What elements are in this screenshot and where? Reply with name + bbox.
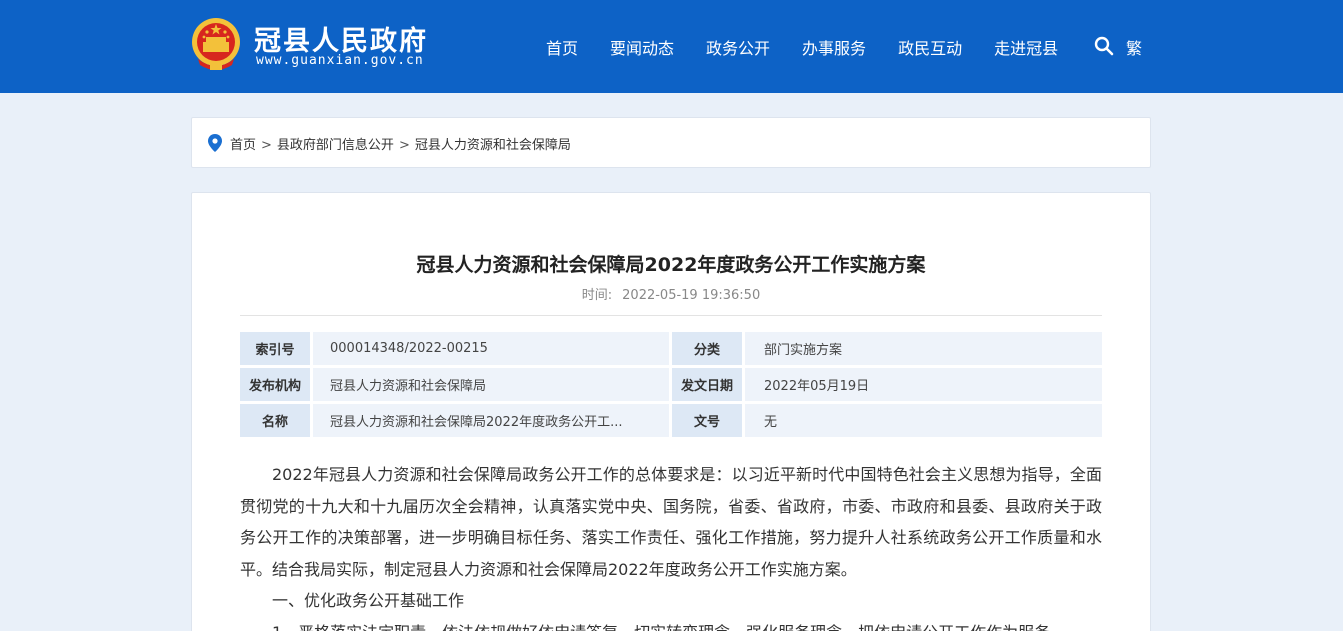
site-logo[interactable]: 冠县人民政府 www.guanxian.gov.cn (190, 15, 450, 75)
breadcrumb-separator: > (398, 138, 410, 153)
table-header-cell: 索引号 (240, 332, 310, 365)
nav-gov-affairs[interactable]: 政务公开 (706, 35, 770, 59)
location-pin-icon (208, 134, 222, 152)
breadcrumb-separator: > (261, 138, 272, 153)
table-cell: 部门实施方案 (745, 332, 1102, 365)
search-icon[interactable] (1094, 36, 1114, 56)
table-header-cell: 名称 (240, 404, 310, 437)
breadcrumb-home[interactable]: 首页 (230, 138, 256, 153)
table-row: 索引号 000014348/2022-00215 分类 部门实施方案 (240, 332, 1102, 365)
table-cell: 000014348/2022-00215 (313, 332, 669, 365)
nav-services[interactable]: 办事服务 (802, 35, 866, 59)
section-heading: 一、优化政务公开基础工作 (272, 591, 465, 610)
traditional-chinese-toggle[interactable]: 繁 (1126, 35, 1142, 59)
table-row: 发布机构 冠县人力资源和社会保障局 发文日期 2022年05月19日 (240, 368, 1102, 401)
table-cell: 无 (745, 404, 1102, 437)
divider (240, 315, 1102, 316)
table-header-cell: 发文日期 (672, 368, 742, 401)
table-cell: 冠县人力资源和社会保障局2022年度政务公开工... (313, 404, 669, 437)
breadcrumb: 首页 > 县政府部门信息公开 > 冠县人力资源和社会保障局 (191, 117, 1151, 168)
table-header-cell: 分类 (672, 332, 742, 365)
breadcrumb-trail: 首页 > 县政府部门信息公开 > 冠县人力资源和社会保障局 (230, 134, 571, 153)
article-panel: 冠县人力资源和社会保障局2022年度政务公开工作实施方案 时间: 2022-05-… (191, 192, 1151, 631)
time-value: 2022-05-19 19:36:50 (622, 288, 761, 303)
national-emblem-icon (192, 18, 240, 70)
site-url: www.guanxian.gov.cn (256, 53, 424, 68)
table-header-cell: 发布机构 (240, 368, 310, 401)
time-label: 时间: (581, 288, 613, 303)
site-header: 冠县人民政府 www.guanxian.gov.cn 首页 要闻动态 政务公开 … (0, 0, 1343, 93)
table-header-cell: 文号 (672, 404, 742, 437)
article-body: 2022年冠县人力资源和社会保障局政务公开工作的总体要求是：以习近平新时代中国特… (240, 459, 1102, 631)
info-table: 索引号 000014348/2022-00215 分类 部门实施方案 发布机构 … (240, 332, 1102, 440)
nav-news[interactable]: 要闻动态 (610, 35, 674, 59)
table-cell: 2022年05月19日 (745, 368, 1102, 401)
paragraph: 2022年冠县人力资源和社会保障局政务公开工作的总体要求是：以习近平新时代中国特… (240, 465, 1102, 579)
breadcrumb-dept-info[interactable]: 县政府部门信息公开 (277, 138, 394, 153)
nav-about[interactable]: 走进冠县 (994, 35, 1058, 59)
paragraph: 1、严格落实法定职责，依法依规做好依申请答复，切实转变理念，强化服务理念，把依申… (240, 617, 1102, 631)
table-row: 名称 冠县人力资源和社会保障局2022年度政务公开工... 文号 无 (240, 404, 1102, 437)
nav-home[interactable]: 首页 (546, 35, 578, 59)
breadcrumb-hr-bureau[interactable]: 冠县人力资源和社会保障局 (415, 138, 571, 153)
article-title: 冠县人力资源和社会保障局2022年度政务公开工作实施方案 (416, 254, 926, 276)
main-nav: 首页 要闻动态 政务公开 办事服务 政民互动 走进冠县 (530, 0, 1090, 93)
nav-interaction[interactable]: 政民互动 (898, 35, 962, 59)
table-cell: 冠县人力资源和社会保障局 (313, 368, 669, 401)
article-meta: 时间: 2022-05-19 19:36:50 (192, 284, 1150, 303)
